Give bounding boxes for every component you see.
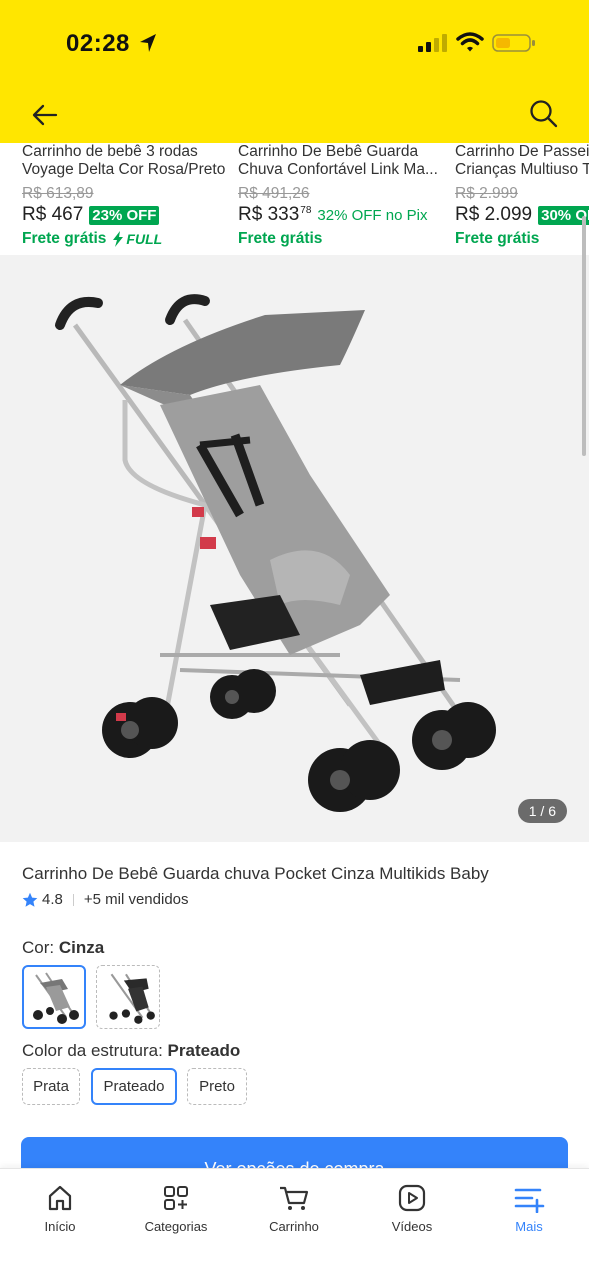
related-product-title-line1: Carrinho De Passei — [455, 143, 589, 160]
related-product-title-line2: Chuva Confortável Link Ma... — [238, 161, 438, 178]
wifi-icon — [456, 32, 484, 52]
cart-icon — [280, 1186, 309, 1210]
discount-badge: 23% OFF — [89, 205, 160, 225]
rating-value: 4.8 — [42, 891, 63, 908]
scrollbar[interactable] — [582, 216, 586, 456]
related-product-price: R$ 2.099 — [455, 204, 533, 225]
nav-label: Categorias — [144, 1219, 208, 1234]
related-product-title-line2: Voyage Delta Cor Rosa/Preto — [22, 161, 226, 178]
product-image-gallery[interactable]: 1 / 6 — [0, 255, 589, 842]
full-badge: FULL — [112, 231, 162, 247]
search-icon[interactable] — [526, 96, 560, 130]
nav-label: Carrinho — [269, 1219, 319, 1234]
related-product-price: R$ 467 — [22, 204, 84, 225]
nav-label: Mais — [515, 1219, 543, 1234]
structure-option-preto[interactable]: Preto — [187, 1068, 247, 1105]
divider — [72, 893, 74, 906]
full-label: FULL — [126, 231, 163, 247]
structure-color-label: Color da estrutura: Prateado — [22, 1041, 240, 1061]
pix-discount-label: 32% OFF no Pix — [317, 206, 428, 224]
structure-option-prata[interactable]: Prata — [22, 1068, 80, 1105]
related-product-old-price: R$ 2.999 — [455, 185, 518, 202]
stroller-thumbnail-image — [109, 973, 155, 1024]
sold-count: +5 mil vendidos — [83, 891, 189, 908]
location-arrow-icon — [140, 34, 156, 52]
nav-item-categories[interactable]: Categorias — [126, 1183, 226, 1234]
lightning-icon — [113, 231, 124, 247]
battery-icon — [492, 34, 535, 52]
related-product-old-price: R$ 491,26 — [238, 185, 310, 202]
stroller-thumbnail-image — [33, 972, 79, 1024]
app-header: 02:28 — [0, 0, 589, 143]
structure-option-prateado[interactable]: Prateado — [91, 1068, 177, 1105]
color-value: Cinza — [58, 938, 105, 957]
signal-icon — [418, 34, 447, 52]
categories-icon — [164, 1186, 188, 1210]
star-icon — [22, 892, 38, 907]
nav-item-home[interactable]: Início — [10, 1183, 110, 1234]
related-product-card[interactable]: Carrinho De Bebê Guarda Chuva Confortáve… — [238, 143, 450, 248]
related-product-title-line1: Carrinho de bebê 3 rodas — [22, 143, 198, 160]
related-product-title-line2: Crianças Multiuso T — [455, 161, 589, 178]
free-shipping-label: Frete grátis — [238, 230, 323, 247]
free-shipping-label: Frete grátis — [455, 230, 540, 247]
more-icon — [514, 1188, 545, 1213]
product-title: Carrinho De Bebê Guarda chuva Pocket Cin… — [22, 864, 489, 883]
color-label: Cor: Cinza — [22, 938, 104, 958]
bottom-navigation: Início Categorias Carrinho Vídeos Mais — [0, 1168, 589, 1280]
structure-label-text: Color da estrutura: — [22, 1041, 163, 1060]
related-product-old-price: R$ 613,89 — [22, 185, 94, 202]
home-icon — [48, 1185, 72, 1211]
nav-label: Vídeos — [391, 1219, 433, 1234]
color-swatch[interactable] — [96, 965, 160, 1029]
stroller-product-image — [55, 294, 496, 812]
structure-value: Prateado — [167, 1041, 241, 1060]
nav-item-more[interactable]: Mais — [479, 1183, 579, 1234]
status-time: 02:28 — [66, 30, 130, 57]
nav-item-cart[interactable]: Carrinho — [244, 1183, 344, 1234]
video-icon — [398, 1184, 426, 1212]
nav-label: Início — [44, 1219, 76, 1234]
related-product-title-line1: Carrinho De Bebê Guarda — [238, 143, 419, 160]
related-product-cents: 78 — [300, 204, 312, 216]
related-product-card[interactable]: Carrinho de bebê 3 rodas Voyage Delta Co… — [22, 143, 234, 248]
related-product-price: R$ 333 — [238, 204, 300, 225]
color-swatch-selected[interactable] — [22, 965, 86, 1029]
color-label-text: Cor: — [22, 938, 55, 957]
nav-item-videos[interactable]: Vídeos — [362, 1183, 462, 1234]
related-product-card[interactable]: Carrinho De Passei Crianças Multiuso T R… — [455, 143, 589, 248]
free-shipping-label: Frete grátis — [22, 230, 107, 247]
related-products-carousel[interactable]: Carrinho de bebê 3 rodas Voyage Delta Co… — [0, 143, 589, 255]
back-arrow-icon[interactable] — [28, 98, 62, 132]
rating-row[interactable]: 4.8 +5 mil vendidos — [22, 891, 189, 908]
image-counter: 1 / 6 — [517, 799, 567, 823]
